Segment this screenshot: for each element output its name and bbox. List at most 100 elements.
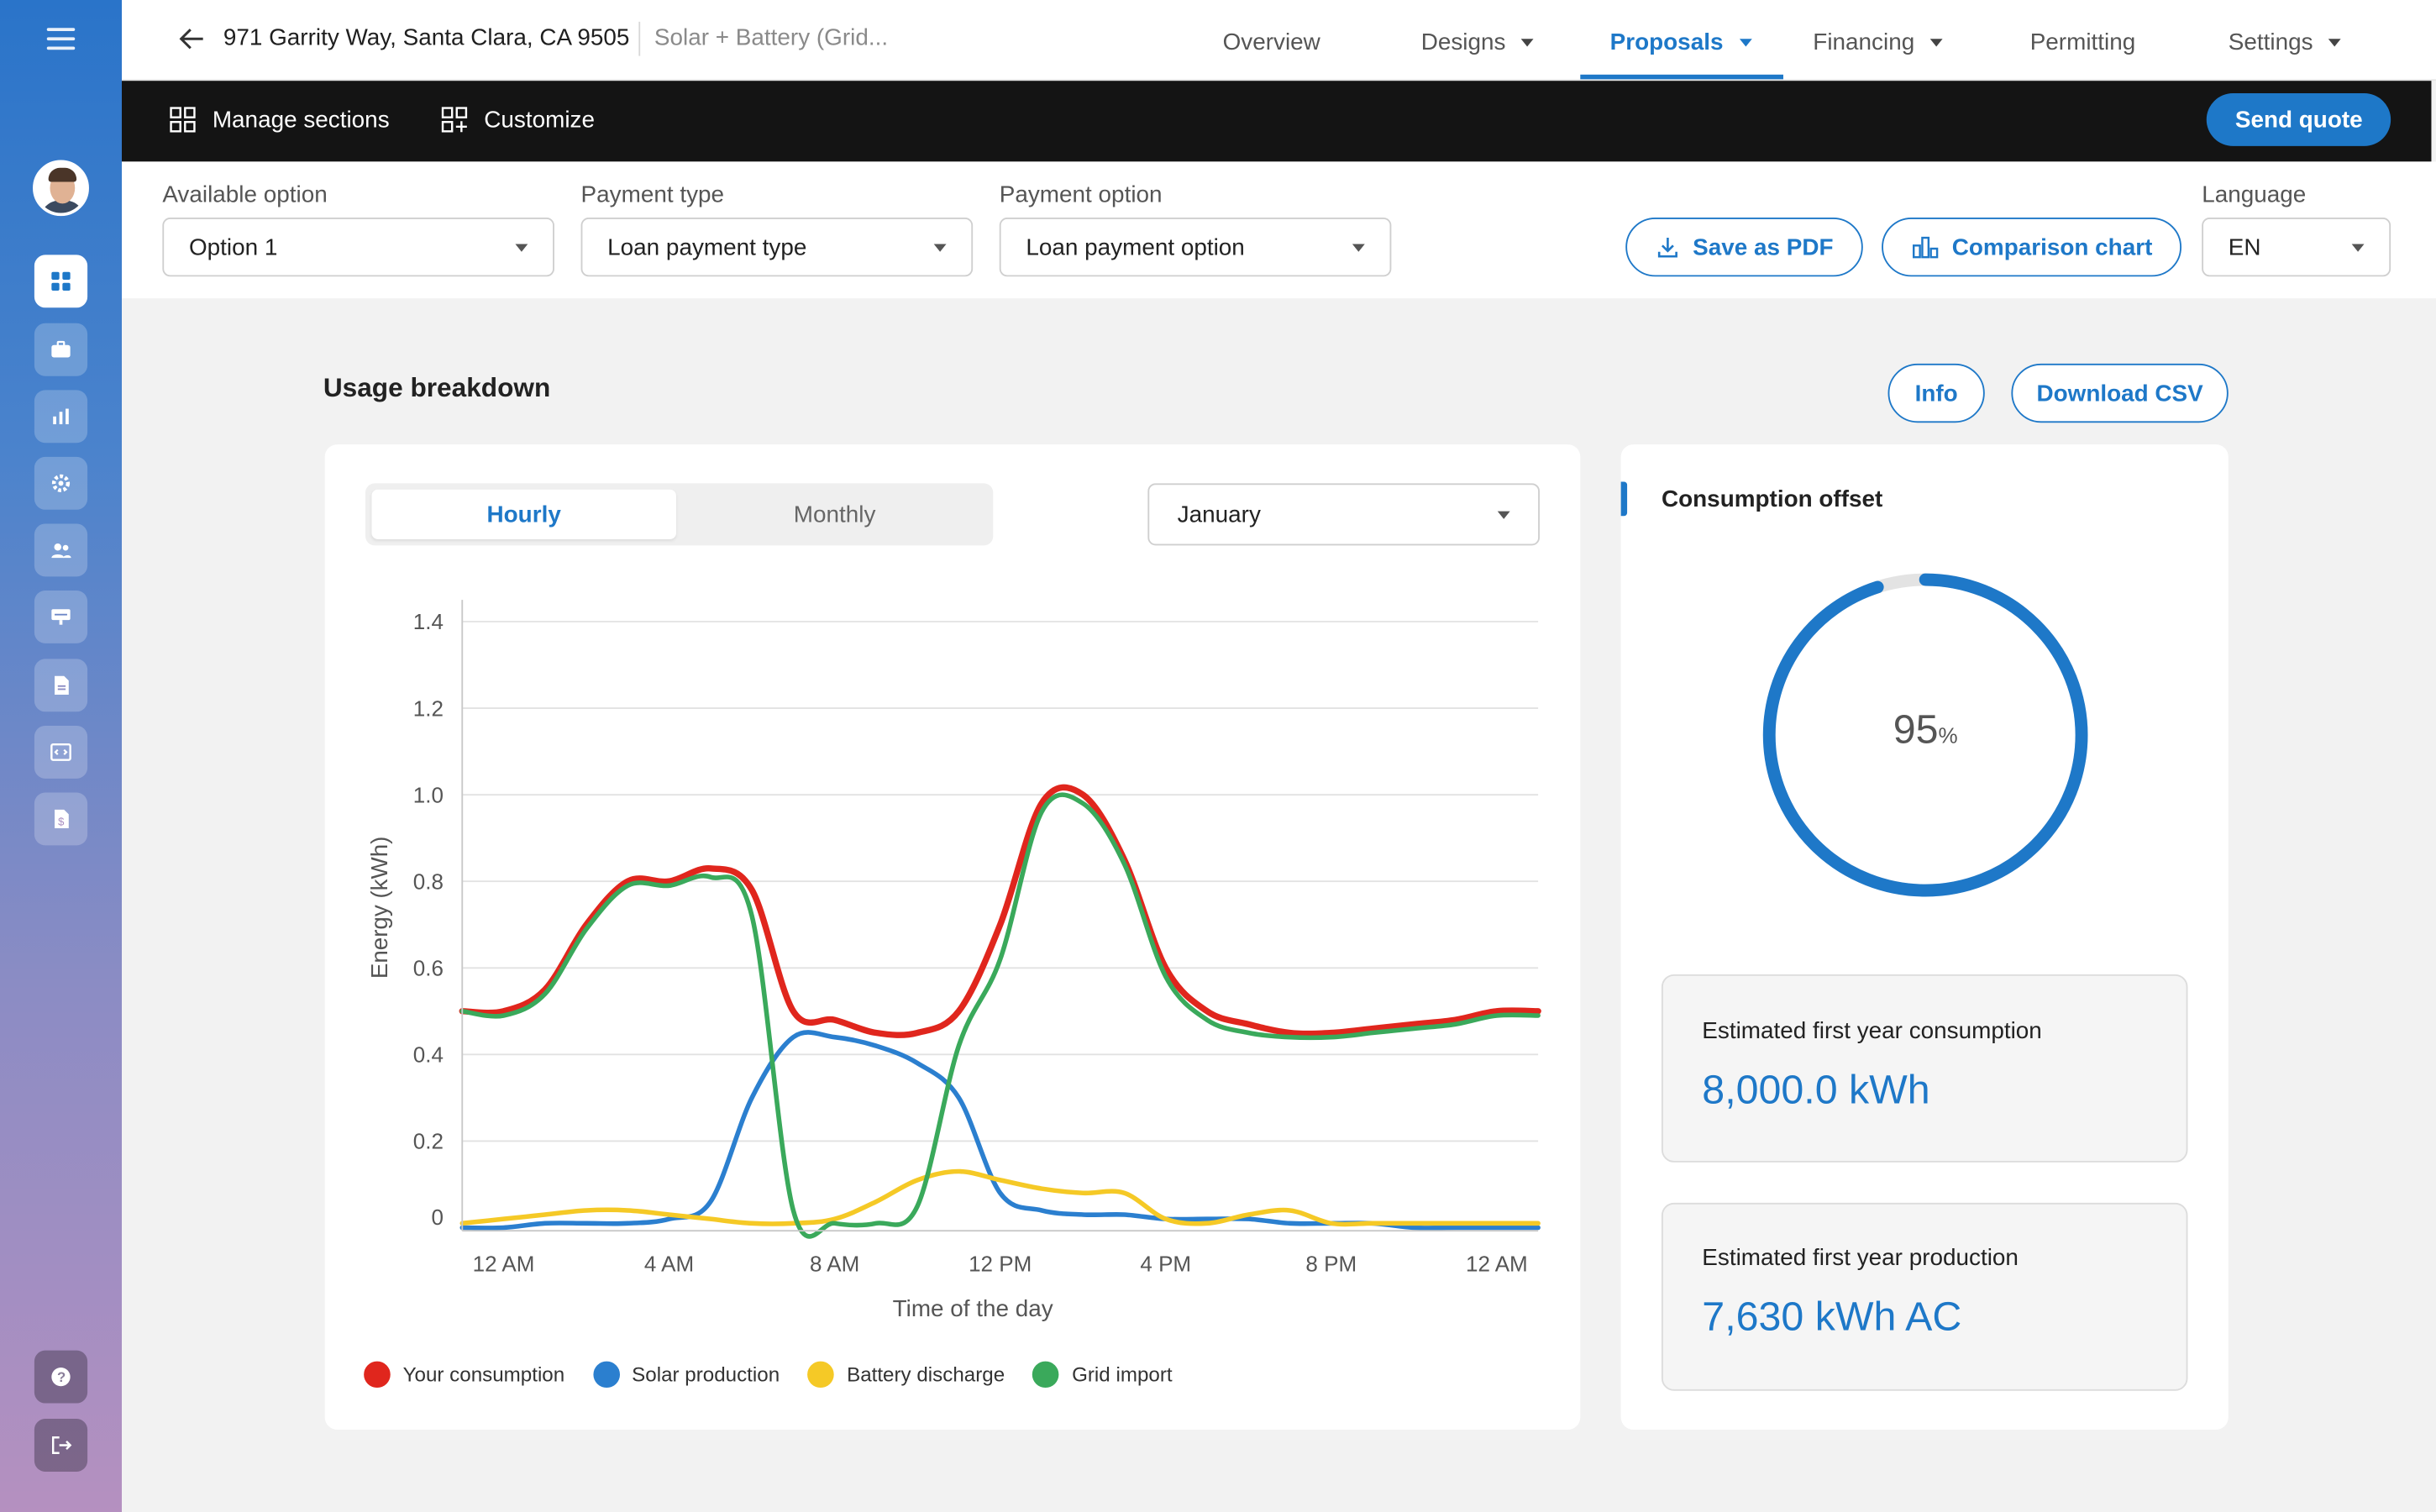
x-tick-label: 8 AM [810,1251,859,1276]
help-icon[interactable]: ? [34,1350,88,1404]
chevron-down-icon [1521,39,1534,47]
battery-series-line [459,1168,1541,1227]
divider [638,21,641,56]
available-option-select[interactable]: Option 1 [162,218,554,277]
y-tick-label: 0 [431,1205,443,1230]
send-quote-button[interactable]: Send quote [2207,93,2391,146]
invoice-icon[interactable]: $ [34,792,88,846]
chevron-down-icon [1352,243,1365,251]
customize-icon [441,107,468,133]
consumption-offset-card: Consumption offset 95% Estimated first y… [1620,444,2229,1430]
document-icon[interactable] [34,659,88,712]
payment-option-value: Loan payment option [1026,234,1245,260]
bar-chart-icon[interactable] [34,390,88,444]
payment-type-label: Payment type [580,181,725,208]
y-tick-label: 0.8 [413,869,444,895]
yellow-dot-icon [807,1361,835,1389]
usage-chart-card: Hourly Monthly January 0 0.2 0.4 0.6 0.8 1.0 1… [324,444,1581,1430]
code-icon[interactable] [34,725,88,779]
y-tick-label: 0.2 [413,1129,444,1154]
chevron-down-icon [515,243,528,251]
legend-grid[interactable]: Grid import [1032,1361,1173,1389]
x-tick-label: 12 PM [969,1251,1032,1276]
percent-sign: % [1938,722,1958,748]
x-tick-label: 4 PM [1140,1251,1191,1276]
legend-solar[interactable]: Solar production [592,1361,780,1389]
customize-label: Customize [484,106,596,134]
x-tick-label: 4 AM [644,1251,694,1276]
menu-icon[interactable] [46,28,76,50]
nav-permitting[interactable]: Permitting [2030,29,2136,55]
nav-designs[interactable]: Designs [1421,29,1534,56]
users-icon[interactable] [34,523,88,577]
save-pdf-label: Save as PDF [1693,234,1834,260]
production-stat-label: Estimated first year production [1702,1244,2019,1272]
save-pdf-button[interactable]: Save as PDF [1625,218,1863,277]
x-tick-label: 12 AM [1466,1251,1528,1276]
offset-percent-value: 95 [1893,705,1939,753]
nav-financing[interactable]: Financing [1813,29,1943,56]
legend-label: Grid import [1072,1362,1173,1387]
accent-bar [1620,481,1628,517]
info-button[interactable]: Info [1887,363,1985,423]
legend-label: Your consumption [402,1362,565,1387]
svg-text:$: $ [58,815,64,827]
blue-dot-icon [592,1361,620,1389]
x-tick-label: 8 PM [1305,1251,1357,1276]
chevron-down-icon [2351,243,2365,251]
language-select[interactable]: EN [2202,218,2391,277]
production-stat-value: 7,630 kWh AC [1702,1293,1962,1340]
nav-settings[interactable]: Settings [2229,29,2342,56]
logout-icon[interactable] [34,1419,88,1472]
consumption-stat-box: Estimated first year consumption 8,000.0… [1661,974,2188,1163]
y-tick-label: 1.4 [413,609,444,634]
available-option-label: Available option [162,181,328,208]
top-bar: 971 Garrity Way, Santa Clara, CA 9505 So… [122,0,2436,81]
language-value: EN [2228,234,2261,260]
language-label: Language [2202,181,2307,208]
chart-legend: Your consumption Solar production Batter… [364,1361,1173,1389]
back-arrow-icon[interactable] [178,25,206,61]
payment-option-select[interactable]: Loan payment option [999,218,1392,277]
comparison-chart-label: Comparison chart [1951,234,2153,260]
consumption-stat-label: Estimated first year consumption [1702,1017,2042,1045]
avatar[interactable] [33,160,89,217]
usage-breakdown-title: Usage breakdown [323,373,551,403]
chevron-down-icon [1739,39,1751,47]
comparison-chart-button[interactable]: Comparison chart [1882,218,2182,277]
chevron-down-icon [933,243,947,251]
nav-proposals[interactable]: Proposals [1610,29,1751,56]
manage-sections-label: Manage sections [212,106,390,134]
chevron-down-icon [1929,39,1943,47]
available-option-value: Option 1 [188,234,278,260]
chevron-down-icon [2328,39,2342,47]
legend-consumption[interactable]: Your consumption [364,1361,565,1389]
x-tick-label: 12 AM [473,1251,535,1276]
manage-sections-button[interactable]: Manage sections [169,106,390,134]
customize-button[interactable]: Customize [440,106,595,134]
consumption-series-line [459,784,1541,1038]
x-axis-label: Time of the day [893,1295,1053,1321]
y-tick-label: 1.0 [413,782,444,807]
payment-type-value: Loan payment type [607,234,807,260]
gear-icon[interactable] [34,456,88,510]
payment-type-select[interactable]: Loan payment type [580,218,974,277]
red-dot-icon [364,1361,391,1389]
briefcase-icon[interactable] [34,323,88,376]
project-name: Solar + Battery (Grid... [654,24,889,52]
usage-line-chart: 0 0.2 0.4 0.6 0.8 1.0 1.2 1.4 12 AM 4 AM 8 AM 12 P… [366,600,1541,1321]
y-tick-label: 1.2 [413,696,444,721]
svg-text:?: ? [57,1369,66,1385]
legend-battery[interactable]: Battery discharge [807,1361,1005,1389]
dashboard-icon[interactable] [34,255,88,308]
download-icon [1657,238,1677,258]
nav-overview[interactable]: Overview [1223,29,1320,55]
payment-option-label: Payment option [999,181,1163,208]
solar-series-line [459,1030,1541,1231]
consumption-stat-value: 8,000.0 kWh [1702,1066,1930,1113]
download-csv-button[interactable]: Download CSV [2011,363,2229,423]
legend-label: Solar production [632,1362,780,1387]
production-stat-box: Estimated first year production 7,630 kW… [1661,1202,2188,1391]
monitor-icon[interactable] [34,591,88,643]
grid-series-line [459,792,1541,1239]
